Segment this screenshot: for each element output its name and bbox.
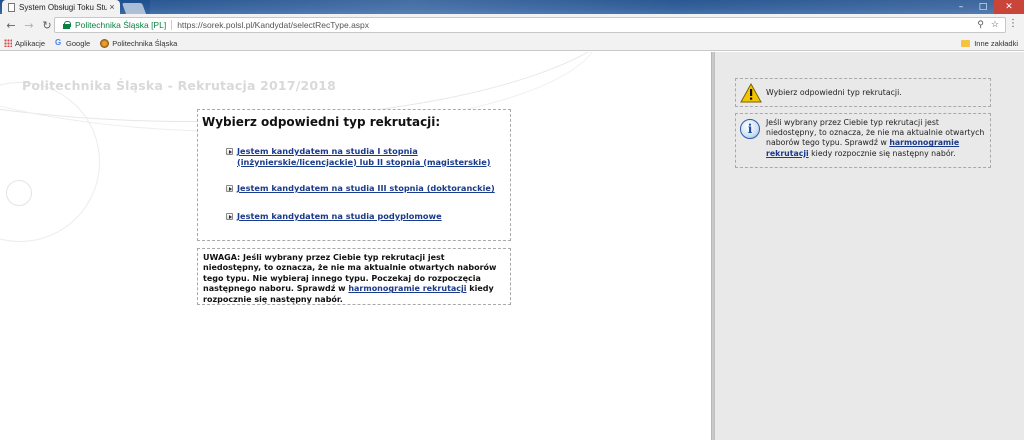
- window-close-icon[interactable]: ✕: [994, 0, 1024, 14]
- tab-title: System Obsługi Toku Stu: [19, 2, 107, 12]
- tab-strip: System Obsługi Toku Stu ×: [0, 0, 1024, 14]
- info-icon: i: [740, 119, 760, 139]
- bookmark-label: Google: [66, 38, 91, 48]
- folder-icon: [961, 39, 971, 47]
- arrow-bullet-icon: [226, 185, 233, 192]
- key-icon[interactable]: ⚲: [977, 19, 984, 30]
- minimize-icon[interactable]: –: [950, 0, 972, 14]
- browser-menu-icon[interactable]: ⋮: [1008, 18, 1018, 29]
- tab-strip-background: [150, 0, 1024, 14]
- warning-message: Wybierz odpowiedni typ rekrutacji.: [735, 78, 991, 107]
- forward-arrow-icon[interactable]: →: [22, 18, 36, 32]
- lock-icon: [63, 21, 71, 29]
- google-icon: G: [55, 38, 62, 47]
- option-link[interactable]: Jestem kandydatem na studia I stopnia (in…: [237, 146, 491, 167]
- tab-close-icon[interactable]: ×: [107, 2, 117, 12]
- bookmark-star-icon[interactable]: ☆: [991, 19, 999, 30]
- main-panel: Politechnika Śląska - Rekrutacja 2017/20…: [0, 52, 711, 440]
- recruitment-type-box: Wybierz odpowiedni typ rekrutacji: Jeste…: [197, 109, 511, 241]
- option-link[interactable]: Jestem kandydatem na studia III stopnia …: [237, 183, 495, 194]
- reload-icon[interactable]: ↻: [40, 18, 54, 32]
- page-heading: Wybierz odpowiedni typ rekrutacji:: [202, 115, 441, 129]
- polsl-icon: [100, 38, 110, 48]
- site-identity-label[interactable]: Politechnika Śląska [PL]: [75, 20, 166, 30]
- bookmark-polsl[interactable]: Politechnika Śląska: [100, 38, 178, 48]
- address-bar[interactable]: Politechnika Śląska [PL] https://sorek.p…: [54, 17, 1006, 33]
- other-bookmarks-label: Inne zakładki: [974, 38, 1018, 48]
- window-controls: – □ ✕: [950, 0, 1024, 14]
- url-text[interactable]: https://sorek.polsl.pl/Kandydat/selectRe…: [177, 20, 369, 30]
- new-tab-button[interactable]: [121, 3, 147, 14]
- arrow-bullet-icon: [226, 148, 233, 155]
- bookmark-label: Aplikacje: [15, 38, 46, 48]
- browser-toolbar: ← → ↻ Politechnika Śląska [PL] https://s…: [0, 14, 1024, 36]
- info-text: Jeśli wybrany przez Ciebie typ rekrutacj…: [766, 118, 985, 158]
- bookmark-google[interactable]: G Google: [55, 39, 90, 48]
- info-message: i Jeśli wybrany przez Ciebie typ rekruta…: [735, 113, 991, 168]
- schedule-link[interactable]: harmonogramie rekrutacji: [348, 284, 466, 293]
- back-arrow-icon[interactable]: ←: [4, 18, 18, 32]
- notice-box: UWAGA: Jeśli wybrany przez Ciebie typ re…: [197, 248, 511, 305]
- bookmark-apps[interactable]: Aplikacje: [4, 39, 45, 48]
- option-postgraduate[interactable]: Jestem kandydatem na studia podyplomowe: [226, 211, 442, 222]
- bookmark-label: Politechnika Śląska: [112, 38, 178, 48]
- other-bookmarks[interactable]: Inne zakładki: [961, 39, 1018, 48]
- arrow-bullet-icon: [226, 213, 233, 220]
- option-third-degree[interactable]: Jestem kandydatem na studia III stopnia …: [226, 183, 495, 194]
- warning-icon: [740, 83, 762, 103]
- browser-tab[interactable]: System Obsługi Toku Stu ×: [2, 0, 120, 14]
- apps-icon: [4, 39, 12, 47]
- site-title: Politechnika Śląska - Rekrutacja 2017/20…: [22, 78, 337, 93]
- maximize-icon[interactable]: □: [972, 0, 994, 14]
- page-content: Politechnika Śląska - Rekrutacja 2017/20…: [0, 52, 1024, 440]
- option-link[interactable]: Jestem kandydatem na studia podyplomowe: [237, 211, 442, 222]
- decorative-ring: [6, 180, 32, 206]
- document-icon: [8, 2, 15, 12]
- option-first-second-degree[interactable]: Jestem kandydatem na studia I stopnia (in…: [226, 146, 491, 167]
- bookmarks-bar: Aplikacje G Google Politechnika Śląska I…: [0, 36, 1024, 51]
- sidebar: Wybierz odpowiedni typ rekrutacji. i Jeś…: [715, 52, 1024, 440]
- warning-text: Wybierz odpowiedni typ rekrutacji.: [766, 88, 902, 97]
- address-separator: [171, 20, 173, 30]
